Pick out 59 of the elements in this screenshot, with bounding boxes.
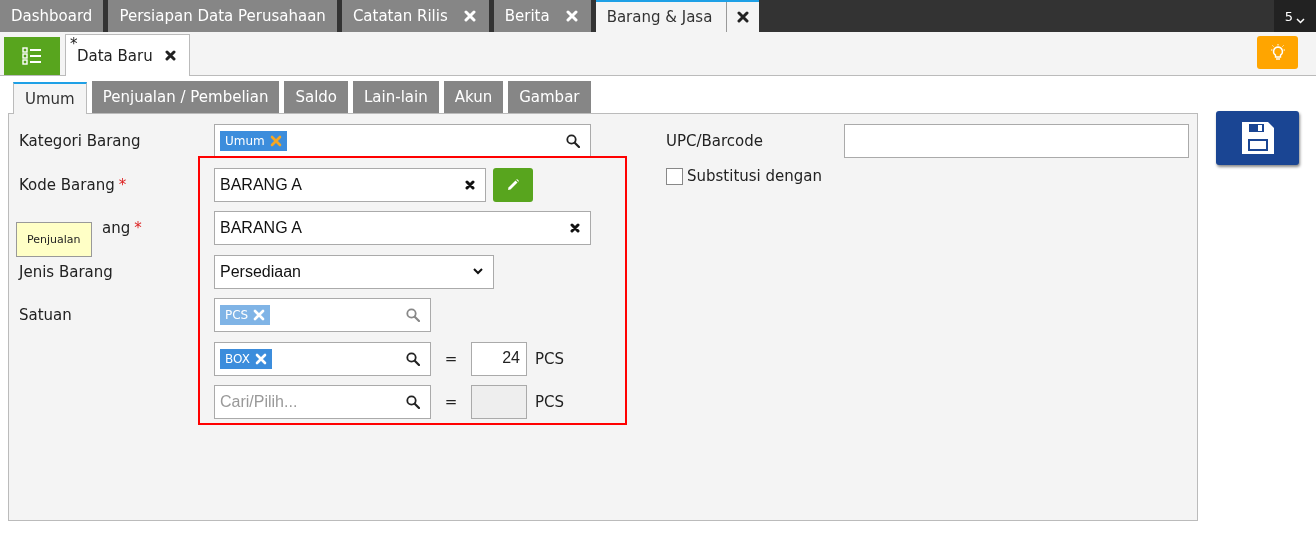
tab[interactable]: Saldo xyxy=(284,81,348,113)
tab[interactable]: Catatan Rilis xyxy=(341,0,489,32)
menu-button[interactable] xyxy=(4,37,60,75)
search-icon xyxy=(566,134,580,148)
search-input[interactable]: Cari/Pilih... xyxy=(220,393,370,411)
list-icon xyxy=(22,47,42,65)
checkbox[interactable] xyxy=(666,167,683,185)
tab[interactable]: Barang & Jasa xyxy=(595,0,760,32)
tab[interactable]: Akun xyxy=(443,81,504,113)
checkbox-label: Substitusi dengan xyxy=(687,167,823,185)
search-field[interactable]: BOX xyxy=(214,341,431,376)
edit-button[interactable] xyxy=(493,167,533,202)
tab[interactable]: Penjualan / Pembelian xyxy=(91,81,280,113)
remove-icon xyxy=(269,135,282,147)
document-tab[interactable]: * Data Baru xyxy=(65,34,190,76)
field-label: Satuan xyxy=(19,306,72,324)
pencil-icon xyxy=(506,177,520,192)
save-icon xyxy=(1240,121,1275,155)
remove-icon xyxy=(253,309,266,321)
required-mark: * xyxy=(134,219,142,237)
quantity-field[interactable]: 24 xyxy=(471,341,527,376)
text-field[interactable]: BARANG A xyxy=(214,211,591,245)
tooltip: Penjualan xyxy=(16,222,92,257)
chevron-icon xyxy=(473,268,483,275)
lightbulb-icon xyxy=(1269,43,1286,62)
field-label: Kode Barang xyxy=(19,175,115,194)
field-label: Jenis Barang xyxy=(19,262,113,281)
search-field[interactable]: PCS xyxy=(214,298,431,332)
tag: Umum xyxy=(220,131,287,151)
save-button[interactable] xyxy=(1216,111,1299,165)
remove-icon xyxy=(254,352,267,365)
required-mark: * xyxy=(118,175,127,194)
equals-sign: = xyxy=(443,349,459,368)
barcode-field[interactable] xyxy=(844,124,1189,158)
field-label: Kategori Barang xyxy=(19,132,141,150)
tab[interactable]: Lain-lain xyxy=(353,81,439,113)
tab-count-button[interactable]: 5 xyxy=(1274,0,1316,32)
dropdown[interactable]: Persediaan xyxy=(214,254,494,289)
chevron-icon xyxy=(1296,18,1306,24)
text-field[interactable]: BARANG A xyxy=(214,167,486,202)
search-icon xyxy=(406,395,420,409)
tips-button[interactable] xyxy=(1257,36,1298,69)
unit-label: PCS xyxy=(535,349,565,368)
tab[interactable]: Umum xyxy=(13,82,87,114)
search-icon xyxy=(406,308,420,322)
field-label: UPC/Barcode xyxy=(666,132,765,150)
quantity-field[interactable] xyxy=(471,385,527,419)
equals-sign: = xyxy=(443,393,459,411)
search-icon xyxy=(406,351,420,366)
tab[interactable]: Berita xyxy=(493,0,591,32)
field-label: ang xyxy=(102,219,131,237)
search-field[interactable]: Cari/Pilih... xyxy=(214,385,431,419)
tab[interactable]: Dashboard xyxy=(0,0,104,32)
tag: PCS xyxy=(220,305,271,325)
search-field[interactable]: Umum xyxy=(214,124,591,158)
tab[interactable]: Persiapan Data Perusahaan xyxy=(108,0,337,32)
unit-label: PCS xyxy=(535,393,565,411)
tab[interactable]: Gambar xyxy=(508,81,591,113)
tag: BOX xyxy=(220,348,272,369)
